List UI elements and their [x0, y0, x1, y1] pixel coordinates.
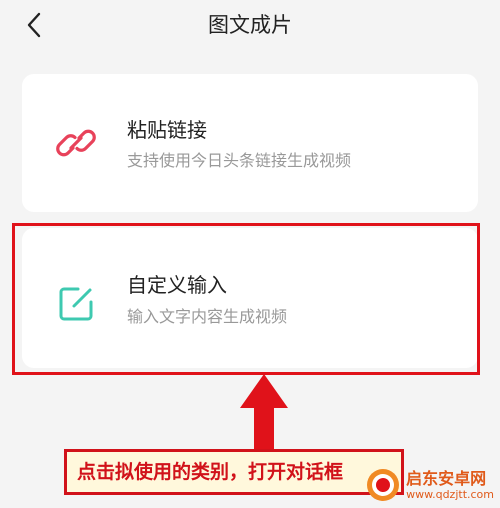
link-icon: [56, 129, 96, 157]
arrow-up-icon: [240, 374, 288, 454]
highlight-box: [12, 223, 480, 375]
card-title: 粘贴链接: [127, 118, 207, 142]
card-subtitle: 支持使用今日头条链接生成视频: [127, 151, 352, 170]
watermark-name: 启东安卓网: [406, 468, 487, 488]
watermark: 启东安卓网 www.qdzjtt.com: [366, 468, 494, 502]
page-title: 图文成片: [208, 13, 292, 37]
paste-link-card[interactable]: 粘贴链接 支持使用今日头条链接生成视频: [22, 74, 478, 212]
watermark-logo: [367, 469, 400, 501]
top-bar: 图文成片: [0, 0, 500, 50]
watermark-url: www.qdzjtt.com: [406, 487, 494, 501]
annotation-callout: 点击拟使用的类别，打开对话框: [64, 449, 404, 495]
